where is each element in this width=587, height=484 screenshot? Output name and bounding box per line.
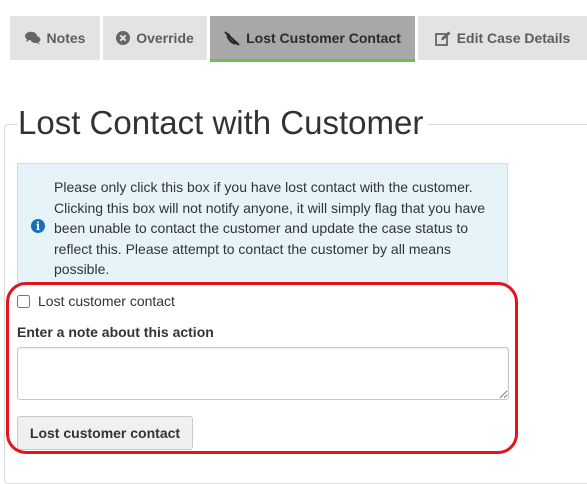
note-textarea[interactable] (17, 347, 509, 400)
tab-label: Override (136, 30, 194, 46)
info-circle-icon: i (31, 219, 45, 233)
times-circle-icon (116, 31, 131, 45)
note-label: Enter a note about this action (17, 324, 214, 340)
phone-slash-icon (224, 30, 240, 46)
lost-contact-checkbox[interactable] (17, 294, 30, 308)
lost-contact-checkbox-row[interactable]: Lost customer contact (17, 293, 175, 309)
page-title: Lost Contact with Customer (18, 103, 428, 143)
tab-edit-case-details[interactable]: Edit Case Details (418, 16, 587, 60)
tab-label: Lost Customer Contact (246, 30, 401, 46)
edit-icon (434, 31, 451, 46)
info-alert: i Please only click this box if you have… (17, 163, 508, 283)
tab-label: Edit Case Details (456, 30, 571, 46)
tab-notes[interactable]: Notes (10, 16, 100, 60)
tab-override[interactable]: Override (103, 16, 207, 60)
lost-customer-contact-button[interactable]: Lost customer contact (17, 416, 193, 450)
info-text: Please only click this box if you have l… (54, 179, 486, 277)
tab-lost-customer-contact[interactable]: Lost Customer Contact (210, 16, 415, 62)
checkbox-label: Lost customer contact (38, 293, 175, 309)
tab-label: Notes (46, 30, 86, 46)
comments-icon (24, 31, 41, 45)
